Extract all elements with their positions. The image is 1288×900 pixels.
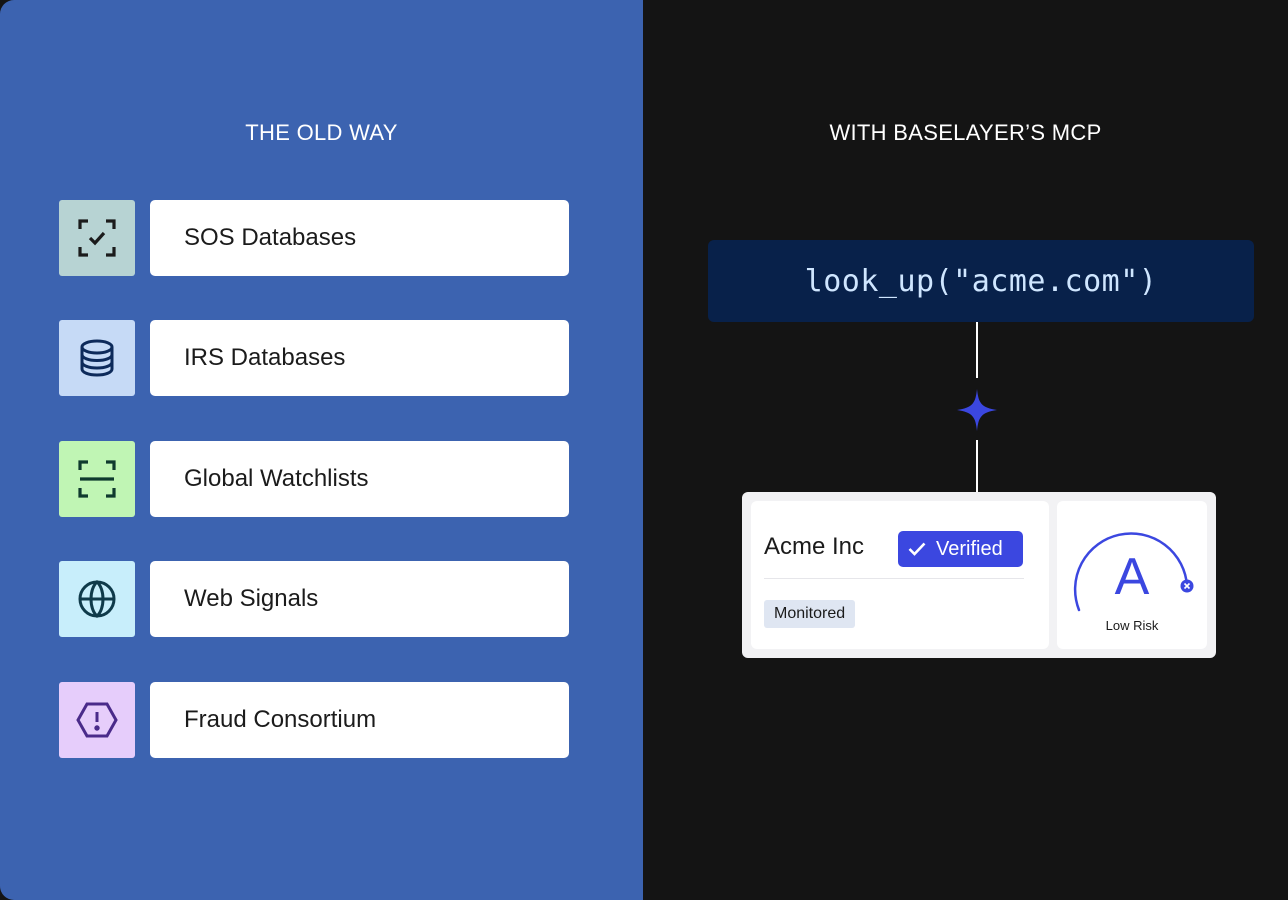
source-card: IRS Databases: [150, 320, 569, 396]
globe-icon: [59, 561, 135, 637]
source-card: SOS Databases: [150, 200, 569, 276]
risk-score-card: A Low Risk: [1057, 501, 1207, 649]
old-way-panel: THE OLD WAY SOS Databases IRS Databases: [0, 0, 643, 900]
alert-hexagon-icon: [59, 682, 135, 758]
database-icon: [59, 320, 135, 396]
source-row-watchlists: Global Watchlists: [59, 441, 569, 517]
connector-line: [976, 322, 978, 378]
scan-icon: [59, 441, 135, 517]
risk-label: Low Risk: [1105, 618, 1159, 633]
old-way-heading: THE OLD WAY: [245, 120, 398, 145]
canvas: THE OLD WAY SOS Databases IRS Databases: [0, 0, 1288, 900]
scan-check-icon: [59, 200, 135, 276]
mcp-heading: WITH BASELAYER’S MCP: [829, 120, 1102, 145]
source-row-fraud: Fraud Consortium: [59, 682, 569, 758]
risk-grade: A: [1114, 548, 1150, 606]
connector-line: [976, 440, 978, 492]
source-row-irs: IRS Databases: [59, 320, 569, 396]
monitored-tag: Monitored: [764, 600, 856, 628]
source-card: Web Signals: [150, 561, 569, 637]
source-row-sos: SOS Databases: [59, 200, 569, 276]
source-row-web: Web Signals: [59, 561, 569, 637]
mcp-panel: WITH BASELAYER’S MCP look_up("acme.com")…: [643, 0, 1288, 900]
company-card: Acme Inc Verified Monitored: [751, 501, 1049, 649]
code-snippet: look_up("acme.com"): [708, 240, 1254, 322]
divider: [764, 578, 1024, 579]
company-name: Acme Inc: [764, 533, 865, 560]
source-card: Global Watchlists: [150, 441, 569, 517]
sparkle-icon: [957, 389, 997, 431]
result-panel: Acme Inc Verified Monitored A Low Risk: [742, 492, 1216, 658]
source-card: Fraud Consortium: [150, 682, 569, 758]
check-icon: [908, 542, 926, 556]
verified-badge: Verified: [898, 531, 1023, 567]
verified-label: Verified: [936, 537, 1003, 560]
